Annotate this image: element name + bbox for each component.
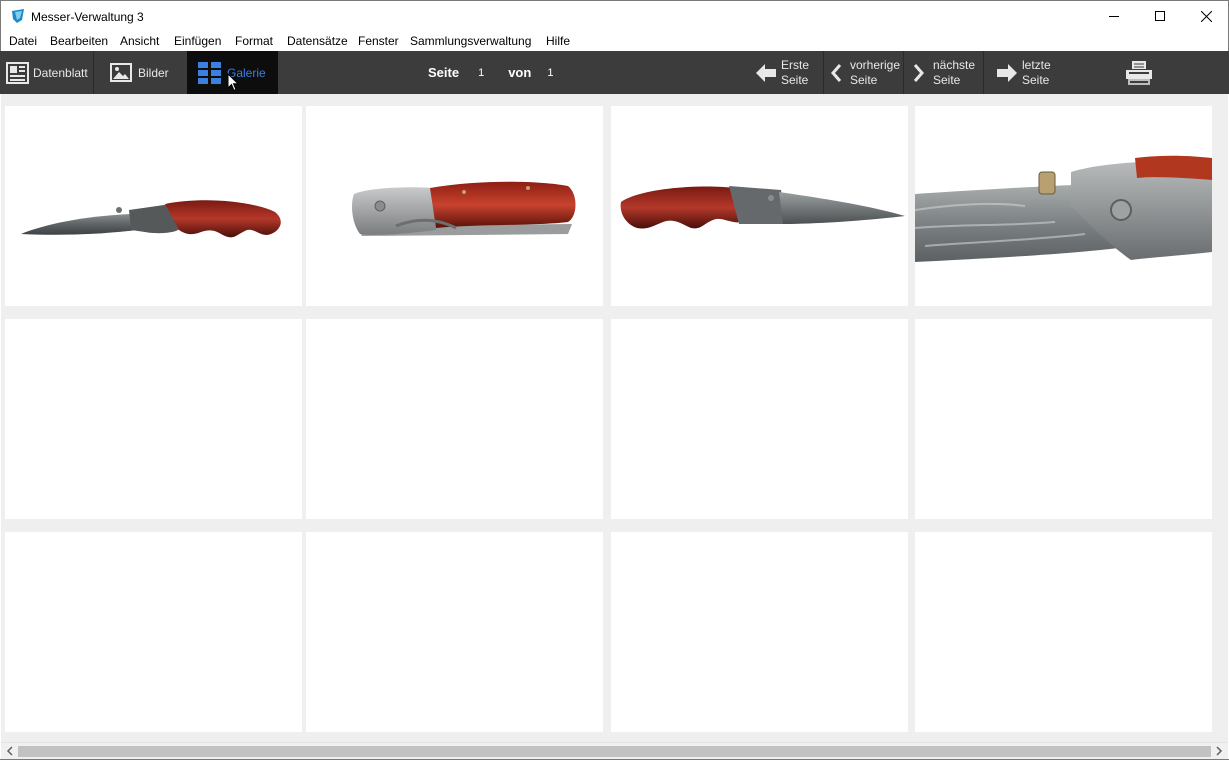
chevron-left-icon <box>831 63 842 82</box>
datasheet-icon <box>6 61 29 84</box>
gallery-grid <box>1 94 1228 742</box>
gallery-tile-10[interactable] <box>306 532 603 732</box>
gallery-tile-7[interactable] <box>611 319 908 519</box>
next-page-label-line1: nächste <box>933 57 976 72</box>
last-page-label-line2: Seite <box>1022 72 1050 87</box>
close-button[interactable] <box>1183 1 1229 31</box>
menu-bar: Datei Bearbeiten Ansicht Einfügen Format… <box>0 31 1229 51</box>
menu-datensaetze[interactable]: Datensätze <box>287 34 348 48</box>
gallery-tile-3[interactable] <box>611 106 908 306</box>
last-page-label: letzte Seite <box>1022 58 1051 88</box>
page-total: 1 <box>547 66 554 79</box>
menu-bearbeiten[interactable]: Bearbeiten <box>50 34 108 48</box>
knife-image-4 <box>915 155 1212 262</box>
previous-page-label: vorherige Seite <box>850 58 900 88</box>
of-label: von <box>508 65 532 80</box>
toolbar: Datenblatt Bilder Galerie Seite 1 von 1 <box>0 51 1229 94</box>
menu-datei[interactable]: Datei <box>9 34 37 48</box>
horizontal-scrollbar[interactable] <box>1 742 1228 759</box>
printer-icon <box>1126 60 1152 85</box>
app-icon <box>12 9 24 23</box>
next-page-label: nächste Seite <box>933 58 975 88</box>
window-title: Messer-Verwaltung 3 <box>31 10 144 24</box>
menu-ansicht[interactable]: Ansicht <box>120 34 159 48</box>
menu-sammlungsverwaltung[interactable]: Sammlungsverwaltung <box>410 34 531 48</box>
grid-icon <box>198 61 221 84</box>
page-current: 1 <box>478 66 485 79</box>
gallery-tile-5[interactable] <box>5 319 302 519</box>
gallery-tile-12[interactable] <box>915 532 1212 732</box>
gallery-tile-8[interactable] <box>915 319 1212 519</box>
gallery-tile-9[interactable] <box>5 532 302 732</box>
gallery-tile-1[interactable] <box>5 106 302 306</box>
minimize-icon <box>1109 16 1119 17</box>
page-label: Seite <box>428 65 460 80</box>
next-page-button[interactable]: nächste Seite <box>904 51 983 94</box>
gallery-tile-11[interactable] <box>611 532 908 732</box>
gallery-tile-6[interactable] <box>306 319 603 519</box>
bilder-button[interactable]: Bilder <box>94 51 186 94</box>
title-bar: Messer-Verwaltung 3 <box>0 0 1229 31</box>
first-page-label-line2: Seite <box>781 72 809 87</box>
scroll-right-icon[interactable] <box>1214 746 1224 756</box>
last-page-button[interactable]: letzte Seite <box>984 51 1064 94</box>
datenblatt-button[interactable]: Datenblatt <box>0 51 93 94</box>
previous-page-button[interactable]: vorherige Seite <box>824 51 903 94</box>
maximize-button[interactable] <box>1137 1 1183 31</box>
arrow-right-icon <box>997 63 1017 82</box>
image-icon <box>110 63 132 82</box>
mouse-cursor-icon <box>227 73 239 92</box>
menu-format[interactable]: Format <box>235 34 273 48</box>
scroll-left-icon[interactable] <box>5 746 15 756</box>
menu-einfuegen[interactable]: Einfügen <box>174 34 221 48</box>
bilder-label: Bilder <box>138 65 169 80</box>
menu-fenster[interactable]: Fenster <box>358 34 399 48</box>
menu-hilfe[interactable]: Hilfe <box>546 34 570 48</box>
close-icon <box>1200 10 1212 22</box>
maximize-icon <box>1155 11 1165 21</box>
next-page-label-line2: Seite <box>933 72 961 87</box>
first-page-label: Erste Seite <box>781 58 809 88</box>
gallery-tile-2[interactable] <box>306 106 603 306</box>
minimize-button[interactable] <box>1091 1 1137 31</box>
chevron-right-icon <box>913 63 924 82</box>
gallery-tile-4[interactable] <box>915 106 1212 306</box>
knife-image-1 <box>21 200 281 238</box>
arrow-left-icon <box>756 63 776 82</box>
page-indicator: Seite 1 von 1 <box>428 51 553 94</box>
knife-image-2 <box>352 181 576 236</box>
print-button[interactable] <box>1120 51 1158 94</box>
scrollbar-thumb[interactable] <box>18 746 1211 757</box>
previous-page-label-line2: Seite <box>850 72 878 87</box>
previous-page-label-line1: vorherige <box>850 57 901 72</box>
last-page-label-line1: letzte <box>1022 57 1051 72</box>
datenblatt-label: Datenblatt <box>33 65 88 80</box>
first-page-label-line1: Erste <box>781 57 810 72</box>
first-page-button[interactable]: Erste Seite <box>752 51 823 94</box>
knife-image-3 <box>620 186 905 229</box>
